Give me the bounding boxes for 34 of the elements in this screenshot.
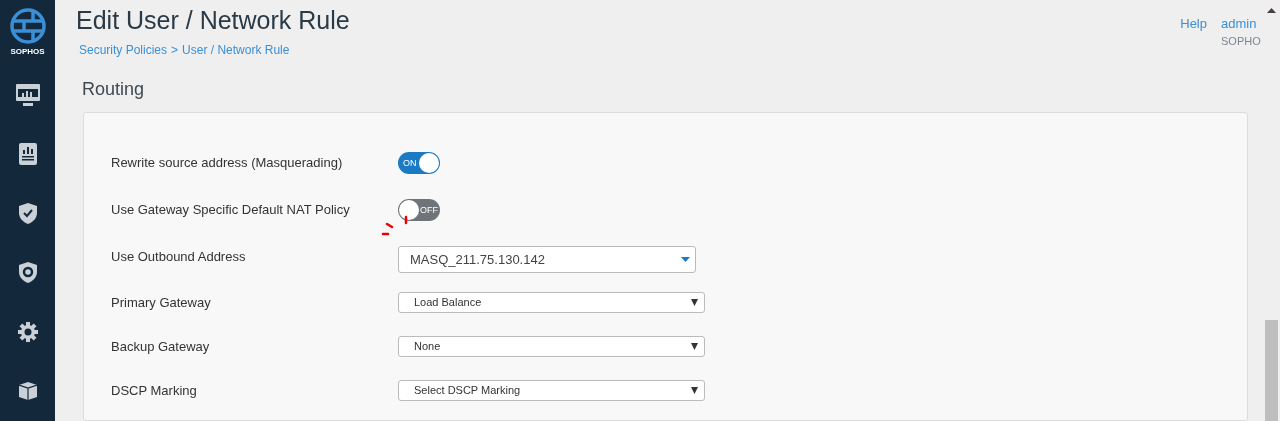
annotation-mark bbox=[381, 214, 409, 236]
field-label: Primary Gateway bbox=[111, 294, 212, 310]
dropdown-field[interactable]: MASQ_211.75.130.142 bbox=[398, 246, 696, 273]
caret-icon bbox=[691, 298, 698, 306]
field-label: Backup Gateway bbox=[111, 338, 211, 354]
caret-icon bbox=[681, 257, 690, 262]
help-link[interactable]: Help bbox=[1180, 16, 1207, 57]
user-link[interactable]: admin bbox=[1221, 16, 1262, 31]
organization-name: SOPHO bbox=[1221, 35, 1262, 47]
field-label: DSCP Marking bbox=[111, 382, 198, 398]
breadcrumb-link[interactable]: Security Policies bbox=[79, 43, 168, 57]
field-label: Rewrite source address (Masquerading) bbox=[111, 155, 344, 170]
report-icon bbox=[18, 143, 37, 166]
page-title: Edit User / Network Rule bbox=[76, 6, 350, 35]
box-icon bbox=[18, 382, 37, 401]
dropdown-field[interactable]: None bbox=[398, 335, 705, 357]
section-title: Routing bbox=[82, 79, 146, 100]
monitor-icon bbox=[15, 83, 40, 106]
field-label: Use Gateway Specific Default NAT Policy bbox=[111, 202, 351, 217]
toggle-switch[interactable]: ON bbox=[398, 151, 440, 174]
globe-logo-icon bbox=[8, 7, 47, 45]
breadcrumb-separator: > bbox=[171, 43, 179, 57]
caret-icon bbox=[691, 386, 698, 394]
caret-icon[interactable] bbox=[1267, 8, 1276, 13]
shield-check-icon bbox=[18, 203, 37, 224]
caret-icon bbox=[691, 342, 698, 350]
logo-text: SOPHOS bbox=[10, 47, 45, 56]
scrollbar[interactable] bbox=[1265, 320, 1278, 421]
field-label: Use Outbound Address bbox=[111, 249, 247, 264]
dropdown-field[interactable]: Load Balance bbox=[398, 291, 705, 313]
breadcrumb-link[interactable]: User / Network Rule bbox=[182, 43, 290, 57]
dropdown-field[interactable]: Select DSCP Marking bbox=[398, 379, 705, 401]
toggle-switch[interactable]: OFF bbox=[398, 198, 440, 221]
shield-gear-icon bbox=[18, 262, 37, 284]
